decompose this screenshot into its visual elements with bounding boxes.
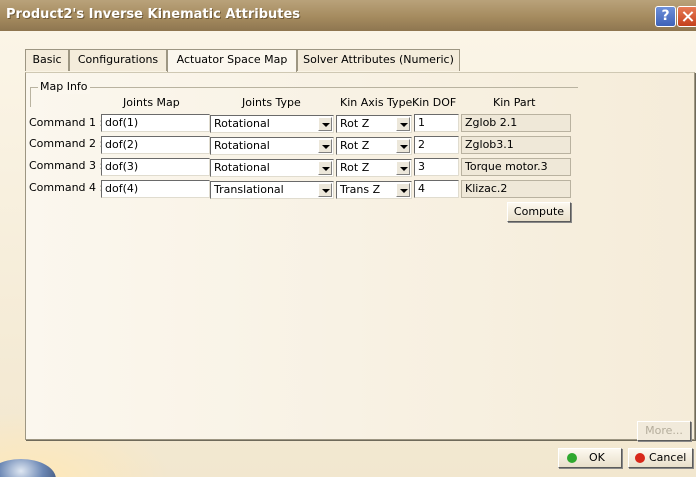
kin-axis-type-select[interactable]: Trans Z <box>336 181 412 199</box>
row-label: Command 1 : <box>29 116 104 129</box>
close-button[interactable] <box>677 6 696 27</box>
tab-configurations[interactable]: Configurations <box>69 49 167 71</box>
ok-label: OK <box>589 451 605 464</box>
cancel-label: Cancel <box>649 451 687 464</box>
row-label: Command 3 : <box>29 159 104 172</box>
kin-axis-type-value: Rot Z <box>340 161 370 174</box>
help-button[interactable]: ? <box>655 6 676 27</box>
kin-part-field: Klizac.2 <box>461 180 571 198</box>
chevron-down-icon[interactable] <box>396 161 410 175</box>
kin-part-field: Zglob 2.1 <box>461 114 571 132</box>
header-kin-axis-type: Kin Axis Type <box>340 96 413 109</box>
joints-type-select[interactable]: Rotational <box>210 115 334 133</box>
more-button[interactable]: More... <box>637 421 691 441</box>
tab-panel: Map Info Joints Map Joints Type Kin Axis… <box>25 72 695 440</box>
header-kin-dof: Kin DOF <box>412 96 457 109</box>
chevron-down-icon[interactable] <box>396 139 410 153</box>
kin-axis-type-value: Trans Z <box>340 183 381 196</box>
compute-button[interactable]: Compute <box>507 202 571 222</box>
kin-part-field: Zglob3.1 <box>461 136 571 154</box>
tab-solver-attributes[interactable]: Solver Attributes (Numeric) <box>297 49 460 71</box>
cancel-status-icon <box>635 453 645 463</box>
kin-axis-type-select[interactable]: Rot Z <box>336 137 412 155</box>
logo-decoration <box>0 431 80 477</box>
tab-basic[interactable]: Basic <box>25 49 69 71</box>
row-label: Command 4 : <box>29 181 104 194</box>
dialog-window: Product2's Inverse Kinematic Attributes … <box>0 0 696 477</box>
chevron-down-icon[interactable] <box>396 183 410 197</box>
row-label: Command 2 : <box>29 137 104 150</box>
ok-status-icon <box>567 453 577 463</box>
kin-axis-type-value: Rot Z <box>340 139 370 152</box>
ok-button[interactable]: OK <box>558 448 622 468</box>
kin-part-field: Torque motor.3 <box>461 158 571 176</box>
chevron-down-icon[interactable] <box>318 117 332 131</box>
kin-dof-field[interactable]: 3 <box>414 158 459 176</box>
header-joints-type: Joints Type <box>242 96 301 109</box>
kin-axis-type-select[interactable]: Rot Z <box>336 115 412 133</box>
cancel-button[interactable]: Cancel <box>628 448 693 468</box>
chevron-down-icon[interactable] <box>318 139 332 153</box>
joints-type-select[interactable]: Translational <box>210 181 334 199</box>
kin-dof-field[interactable]: 1 <box>414 114 459 132</box>
joints-map-field[interactable]: dof(4) <box>101 180 210 198</box>
chevron-down-icon[interactable] <box>318 161 332 175</box>
joints-type-value: Rotational <box>214 117 270 130</box>
joints-type-value: Translational <box>214 183 284 196</box>
joints-type-select[interactable]: Rotational <box>210 159 334 177</box>
kin-axis-type-select[interactable]: Rot Z <box>336 159 412 177</box>
joints-map-field[interactable]: dof(1) <box>101 114 210 132</box>
joints-type-value: Rotational <box>214 139 270 152</box>
map-info-group: Map Info <box>30 80 578 107</box>
dialog-body: Basic Configurations Actuator Space Map … <box>0 31 696 477</box>
header-kin-part: Kin Part <box>493 96 536 109</box>
tab-actuator-space-map[interactable]: Actuator Space Map <box>167 49 297 72</box>
kin-dof-field[interactable]: 4 <box>414 180 459 198</box>
kin-dof-field[interactable]: 2 <box>414 136 459 154</box>
joints-map-field[interactable]: dof(3) <box>101 158 210 176</box>
chevron-down-icon[interactable] <box>396 117 410 131</box>
joints-map-field[interactable]: dof(2) <box>101 136 210 154</box>
window-title: Product2's Inverse Kinematic Attributes <box>6 7 301 22</box>
map-info-label: Map Info <box>38 80 90 94</box>
title-bar[interactable]: Product2's Inverse Kinematic Attributes … <box>0 0 696 31</box>
kin-axis-type-value: Rot Z <box>340 117 370 130</box>
header-joints-map: Joints Map <box>123 96 180 109</box>
joints-type-select[interactable]: Rotational <box>210 137 334 155</box>
joints-type-value: Rotational <box>214 161 270 174</box>
chevron-down-icon[interactable] <box>318 183 332 197</box>
